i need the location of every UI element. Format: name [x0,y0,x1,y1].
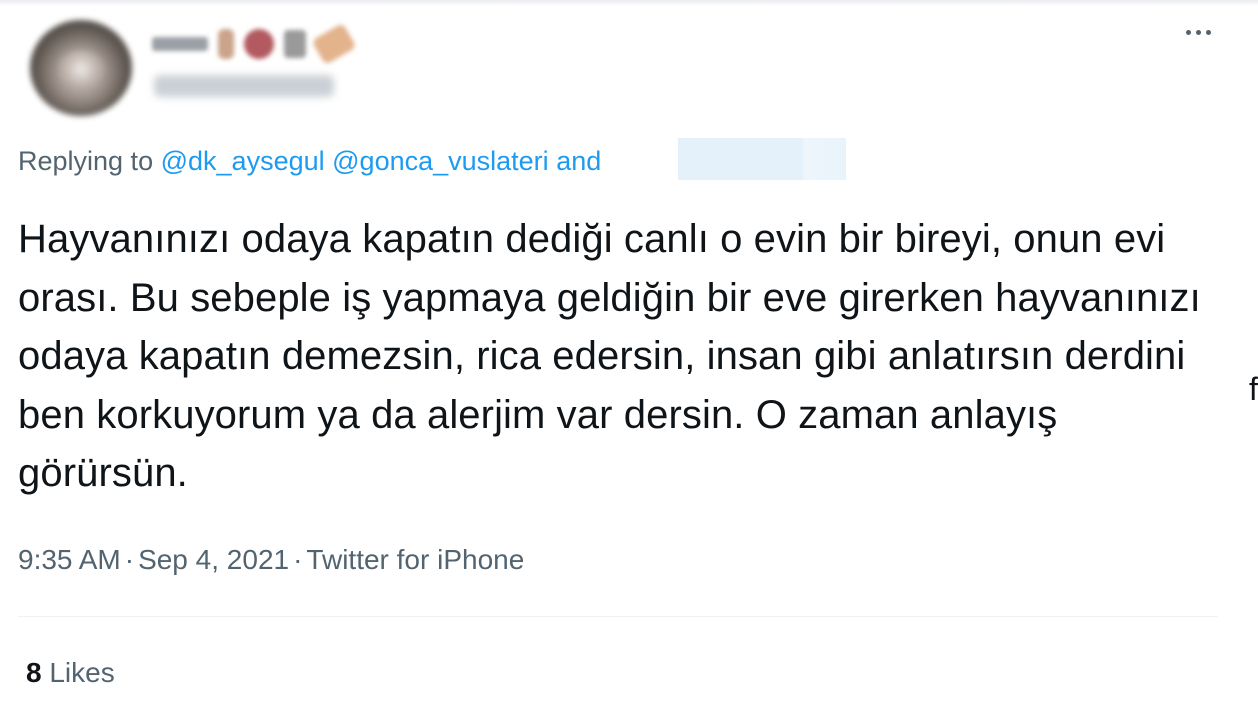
mention-link[interactable]: @gonca_vuslateri [332,146,549,176]
tweet-date[interactable]: Sep 4, 2021 [138,544,289,575]
replying-to-label: Replying to [18,146,154,176]
dot [1205,29,1211,35]
likes-count: 8 [26,657,42,688]
tweet-source-link[interactable]: Twitter for iPhone [306,544,524,575]
mention-link[interactable]: @dk_aysegul [161,146,325,176]
more-horizontal-icon[interactable] [1176,22,1220,42]
tweet-text: Hayvanınızı odaya kapatın dediği canlı o… [18,217,1201,495]
blurred-emoji [311,22,357,66]
blurred-display-name[interactable] [152,22,357,66]
likes-link[interactable]: 8 Likes [26,654,115,692]
blurred-emoji [244,29,274,59]
others-link[interactable]: and [556,146,601,176]
blurred-emoji [284,30,306,58]
avatar[interactable] [30,20,132,116]
cropped-edge-text: f [1249,372,1258,406]
redacted-mentions [678,138,846,180]
dot [1185,29,1191,35]
separator-dot: · [293,544,303,575]
blurred-emoji [218,29,234,59]
blurred-name-text [152,37,208,51]
separator-dot: · [124,544,135,575]
tweet-time[interactable]: 9:35 AM [18,544,121,575]
tweet-metadata: 9:35 AM · Sep 4, 2021 · Twitter for iPhone [18,541,524,579]
avatar-image [58,50,104,88]
replying-to-line: Replying to @dk_aysegul @gonca_vuslateri… [18,143,601,179]
top-edge-strip [0,0,1258,6]
likes-label: Likes [49,657,115,688]
dot [1195,29,1201,35]
blurred-username[interactable] [154,75,334,97]
divider [18,616,1218,617]
